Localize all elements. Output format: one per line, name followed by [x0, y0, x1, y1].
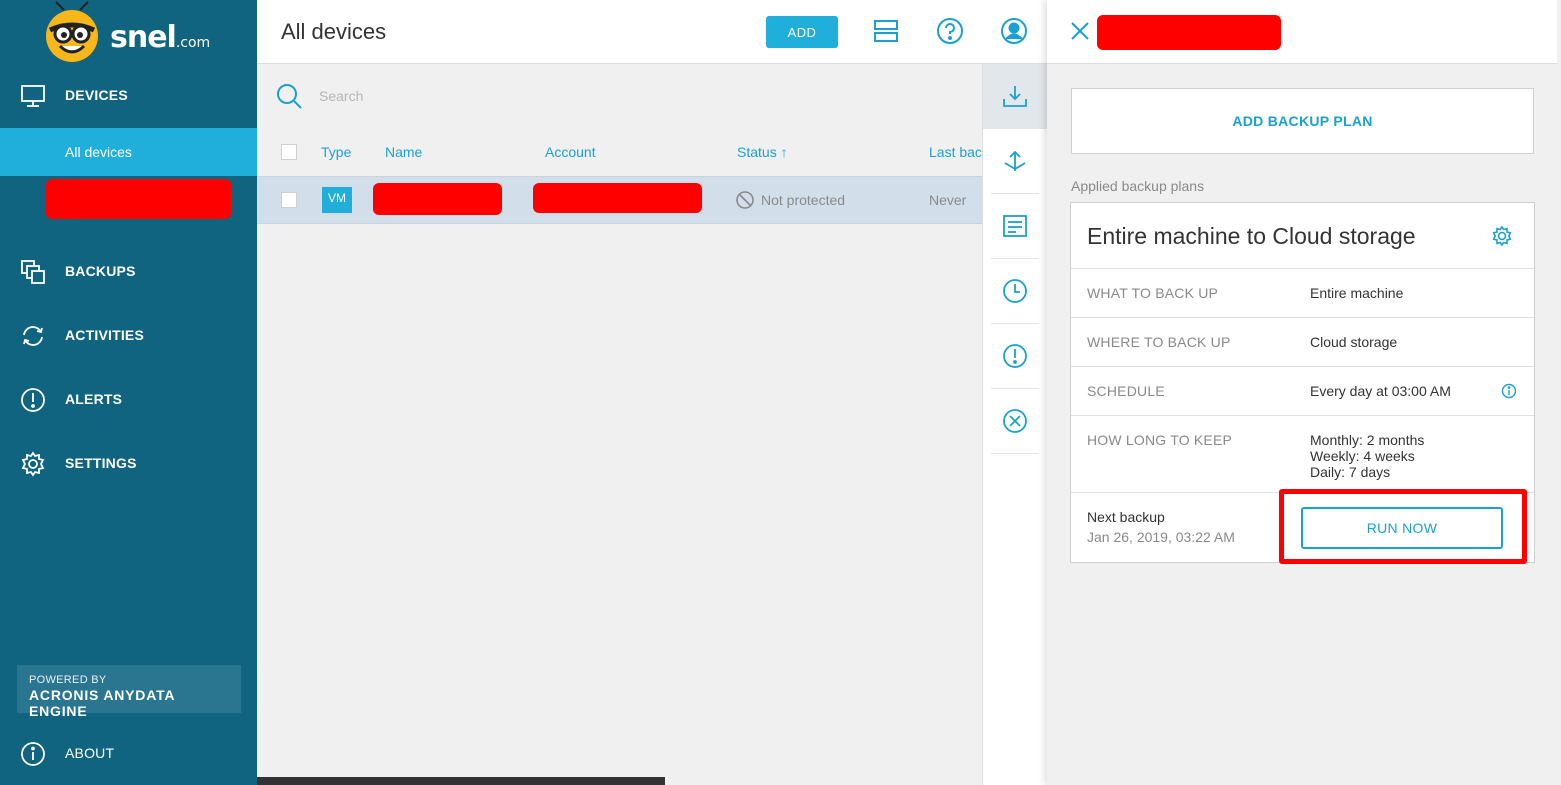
plan-row-where: WHERE TO BACK UP Cloud storage	[1071, 317, 1534, 366]
sidebar-subitem-label: All devices	[65, 144, 132, 160]
backup-plan-card: Entire machine to Cloud storage WHAT TO …	[1070, 202, 1535, 564]
next-backup-label: Next backup	[1087, 509, 1165, 525]
column-header-status[interactable]: Status ↑	[737, 144, 788, 160]
select-all-checkbox[interactable]	[281, 144, 297, 160]
rail-details[interactable]	[991, 194, 1039, 259]
close-icon[interactable]	[1069, 20, 1091, 42]
plan-row-key: HOW LONG TO KEEP	[1087, 432, 1233, 448]
rail-history[interactable]	[991, 259, 1039, 324]
sidebar-item-backups[interactable]: BACKUPS	[0, 247, 257, 295]
column-header-type[interactable]: Type	[321, 144, 351, 160]
action-rail	[982, 64, 1047, 785]
sidebar-item-settings[interactable]: SETTINGS	[0, 439, 257, 487]
gear-icon	[21, 451, 45, 477]
redacted-device-title	[1097, 15, 1281, 50]
status-value: Not protected	[761, 192, 846, 208]
column-header-name[interactable]: Name	[385, 144, 422, 160]
redacted-sidebar-item[interactable]	[46, 179, 231, 219]
sidebar-item-alerts[interactable]: ALERTS	[0, 375, 257, 423]
next-backup-value: Jan 26, 2019, 03:22 AM	[1087, 529, 1235, 545]
rail-delete[interactable]	[991, 389, 1039, 454]
backup-icon	[1003, 86, 1027, 107]
info-icon	[21, 742, 45, 766]
backup-panel: ADD BACKUP PLAN Applied backup plans Ent…	[1047, 0, 1561, 785]
rail-backup[interactable]	[983, 64, 1047, 129]
sidebar-item-label: BACKUPS	[65, 263, 136, 279]
sidebar-item-label: DEVICES	[65, 87, 128, 103]
sidebar-item-devices[interactable]: DEVICES	[0, 71, 257, 119]
plan-row-key: WHAT TO BACK UP	[1087, 285, 1219, 301]
redacted-account-name	[533, 183, 702, 213]
not-protected-icon	[736, 191, 754, 209]
help-icon[interactable]	[935, 16, 965, 46]
sidebar-item-about[interactable]: ABOUT	[0, 729, 257, 777]
brand-suffix: .com	[175, 35, 211, 51]
sidebar: snel.com DEVICES All devices BACKUPS ACT…	[0, 0, 257, 785]
sidebar-item-label: ABOUT	[65, 745, 115, 761]
vm-icon: VM	[322, 187, 352, 213]
run-now-button[interactable]: RUN NOW	[1301, 507, 1503, 549]
add-backup-plan-button[interactable]: ADD BACKUP PLAN	[1071, 88, 1534, 154]
table-row[interactable]: VM Not protected Never	[257, 176, 982, 224]
brand-name: snel	[110, 20, 177, 55]
history-icon	[1003, 279, 1027, 303]
plan-row-value: Cloud storage	[1310, 334, 1398, 350]
search-icon	[277, 84, 302, 109]
plan-row-next-backup: Next backup Jan 26, 2019, 03:22 AM RUN N…	[1071, 489, 1534, 564]
sidebar-item-label: SETTINGS	[65, 455, 137, 471]
close-circle-icon	[1003, 409, 1027, 433]
last-backup-value: Never	[929, 192, 967, 208]
sidebar-item-activities[interactable]: ACTIVITIES	[0, 311, 257, 359]
panel-header	[1047, 0, 1557, 64]
column-header-last-backup[interactable]: Last bac	[929, 144, 982, 160]
plan-row-key: SCHEDULE	[1087, 383, 1165, 399]
plan-row-retention: HOW LONG TO KEEP Monthly: 2 months Weekl…	[1071, 415, 1534, 492]
alert-icon	[1003, 344, 1027, 368]
plan-row-schedule: SCHEDULE Every day at 03:00 AM	[1071, 366, 1534, 415]
device-list: Type Name Account Status ↑ Last bac VM N…	[257, 64, 982, 785]
column-header-status-label: Status	[737, 144, 777, 160]
powered-by-line2: ACRONIS ANYDATA ENGINE	[29, 687, 175, 719]
plan-row-key: WHERE TO BACK UP	[1087, 334, 1231, 350]
copies-icon	[21, 260, 45, 284]
page-title: All devices	[281, 19, 387, 44]
add-button[interactable]: ADD	[766, 16, 838, 48]
device-type-label: VM	[328, 191, 346, 205]
redacted-device-name	[373, 183, 502, 215]
powered-by-badge: POWERED BY ACRONIS ANYDATA ENGINE	[17, 665, 241, 719]
search-input[interactable]	[319, 84, 719, 108]
column-header-account[interactable]: Account	[545, 144, 596, 160]
horizontal-scrollbar[interactable]	[257, 777, 665, 785]
powered-by-line1: POWERED BY	[29, 674, 107, 686]
brand-logo[interactable]: snel.com	[42, 0, 232, 64]
rail-recovery[interactable]	[991, 129, 1039, 194]
monitor-icon	[21, 85, 45, 107]
retention-monthly: Monthly: 2 months	[1310, 432, 1425, 448]
alert-icon	[21, 388, 45, 412]
details-icon	[1003, 215, 1027, 237]
sidebar-item-label: ACTIVITIES	[65, 327, 145, 343]
sort-ascending-icon: ↑	[780, 144, 788, 160]
plan-title: Entire machine to Cloud storage	[1087, 223, 1416, 249]
plan-row-value: Every day at 03:00 AM	[1310, 383, 1451, 399]
rail-alerts[interactable]	[991, 324, 1039, 389]
sidebar-subitem-all-devices[interactable]: All devices	[0, 128, 257, 176]
info-icon[interactable]	[1501, 383, 1517, 399]
plan-row-value: Entire machine	[1310, 285, 1404, 301]
recovery-icon	[1004, 150, 1026, 171]
retention-daily: Daily: 7 days	[1310, 464, 1391, 480]
applied-plans-label: Applied backup plans	[1071, 178, 1205, 194]
plan-row-what: WHAT TO BACK UP Entire machine	[1071, 268, 1534, 317]
layout-icon[interactable]	[871, 16, 901, 46]
bee-mascot-icon	[46, 1, 98, 62]
user-icon[interactable]	[999, 16, 1029, 46]
sync-icon	[23, 326, 43, 346]
sidebar-item-label: ALERTS	[65, 391, 123, 407]
plan-row-value: Monthly: 2 months Weekly: 4 weeks Daily:…	[1310, 432, 1424, 480]
retention-weekly: Weekly: 4 weeks	[1310, 448, 1415, 464]
row-checkbox[interactable]	[281, 192, 297, 208]
gear-icon[interactable]	[1491, 225, 1513, 247]
top-bar: All devices ADD	[257, 0, 1047, 64]
